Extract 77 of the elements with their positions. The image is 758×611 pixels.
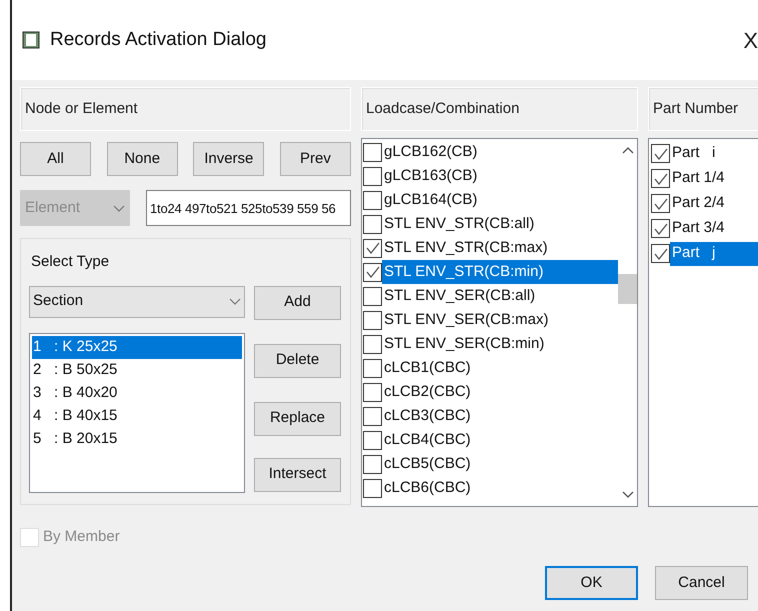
checkmark-icon — [654, 172, 668, 184]
chevron-down-icon — [622, 491, 634, 498]
checkbox[interactable] — [363, 406, 382, 426]
section-header: Part Number — [648, 87, 758, 131]
list-item[interactable]: 4 : B 40x15 — [32, 404, 242, 428]
checkbox[interactable] — [363, 478, 382, 498]
list-item[interactable]: Part j — [670, 242, 758, 266]
checkmark-icon — [654, 222, 668, 234]
list-item[interactable]: STL ENV_STR(CB:min) — [382, 260, 618, 284]
section-dropdown[interactable]: Section — [29, 286, 245, 318]
checkbox[interactable] — [363, 238, 382, 258]
list-item[interactable]: cLCB5(CBC) — [382, 452, 618, 476]
dialog-button[interactable]: Prev — [280, 142, 351, 176]
checkmark-icon — [366, 266, 380, 278]
list-item[interactable]: cLCB6(CBC) — [382, 476, 618, 500]
list-item[interactable]: 2 : B 50x25 — [32, 358, 242, 382]
section-header: Node or Element — [20, 87, 351, 131]
list-item[interactable]: STL ENV_SER(CB:max) — [382, 308, 618, 332]
checkbox[interactable] — [363, 190, 382, 210]
chevron-down-icon — [113, 204, 125, 212]
checkbox[interactable] — [363, 358, 382, 378]
list-item[interactable]: cLCB1(CBC) — [382, 356, 618, 380]
checkbox[interactable] — [363, 214, 382, 234]
checkbox[interactable] — [363, 166, 382, 186]
checkmark-icon — [654, 148, 668, 160]
dialog-button[interactable]: OK — [545, 566, 638, 600]
list-item[interactable]: cLCB2(CBC) — [382, 380, 618, 404]
scrollbar-thumb[interactable] — [618, 274, 637, 304]
dialog-button[interactable]: Replace — [254, 402, 341, 436]
checkbox[interactable] — [363, 262, 382, 282]
checkbox-label: By Member — [43, 527, 120, 547]
list-item[interactable]: gLCB162(CB) — [382, 140, 618, 164]
list-item[interactable]: 3 : B 40x20 — [32, 382, 242, 404]
checkmark-icon — [366, 242, 380, 254]
checkbox[interactable] — [363, 310, 382, 330]
dialog-button[interactable]: Add — [254, 286, 341, 320]
list-item[interactable]: gLCB163(CB) — [382, 164, 618, 188]
list-item[interactable]: Part 2/4 — [670, 192, 758, 216]
chevron-up-icon — [622, 147, 634, 154]
list-item[interactable]: gLCB164(CB) — [382, 188, 618, 212]
checkbox[interactable] — [651, 219, 670, 238]
dialog-button[interactable]: All — [20, 142, 91, 176]
dialog-button[interactable]: Inverse — [193, 142, 264, 176]
list-item[interactable]: STL ENV_STR(CB:all) — [382, 212, 618, 236]
checkbox[interactable] — [363, 382, 382, 402]
dialog-button[interactable]: Cancel — [655, 566, 748, 600]
checkbox[interactable] — [363, 430, 382, 450]
list-item[interactable]: cLCB4(CBC) — [382, 428, 618, 452]
checkbox[interactable] — [651, 244, 670, 263]
section-header: Loadcase/Combination — [361, 87, 638, 131]
list-item[interactable]: cLCB3(CBC) — [382, 404, 618, 428]
close-button[interactable]: X — [739, 24, 758, 56]
element-list-field[interactable]: 1to24 497to521 525to539 559 56 — [146, 190, 351, 226]
checkbox[interactable] — [651, 194, 670, 213]
list-item[interactable]: Part i — [670, 142, 758, 166]
app-icon — [22, 31, 40, 49]
checkbox[interactable] — [363, 286, 382, 306]
list-item[interactable]: 5 : B 20x15 — [32, 428, 242, 450]
list-item[interactable]: Part 1/4 — [670, 166, 758, 190]
checkmark-icon — [654, 198, 668, 210]
list-item[interactable]: 1 : K 25x25 — [32, 336, 242, 358]
list-item[interactable]: STL ENV_STR(CB:max) — [382, 236, 618, 260]
dialog-button[interactable]: Intersect — [254, 458, 341, 492]
window-title: Records Activation Dialog — [50, 28, 266, 52]
checkbox[interactable] — [651, 144, 670, 163]
checkbox[interactable] — [363, 334, 382, 354]
list-item[interactable]: STL ENV_SER(CB:min) — [382, 332, 618, 356]
dialog-button[interactable]: Delete — [254, 344, 341, 378]
checkmark-icon — [654, 248, 668, 260]
list-item[interactable]: STL ENV_SER(CB:all) — [382, 284, 618, 308]
list-item[interactable]: Part 3/4 — [670, 216, 758, 240]
checkbox[interactable] — [363, 454, 382, 474]
chevron-down-icon — [229, 298, 241, 305]
checkbox[interactable] — [363, 142, 382, 162]
checkbox[interactable] — [651, 169, 670, 188]
dialog-button[interactable]: None — [106, 142, 178, 176]
group-label: Select Type — [30, 252, 110, 272]
